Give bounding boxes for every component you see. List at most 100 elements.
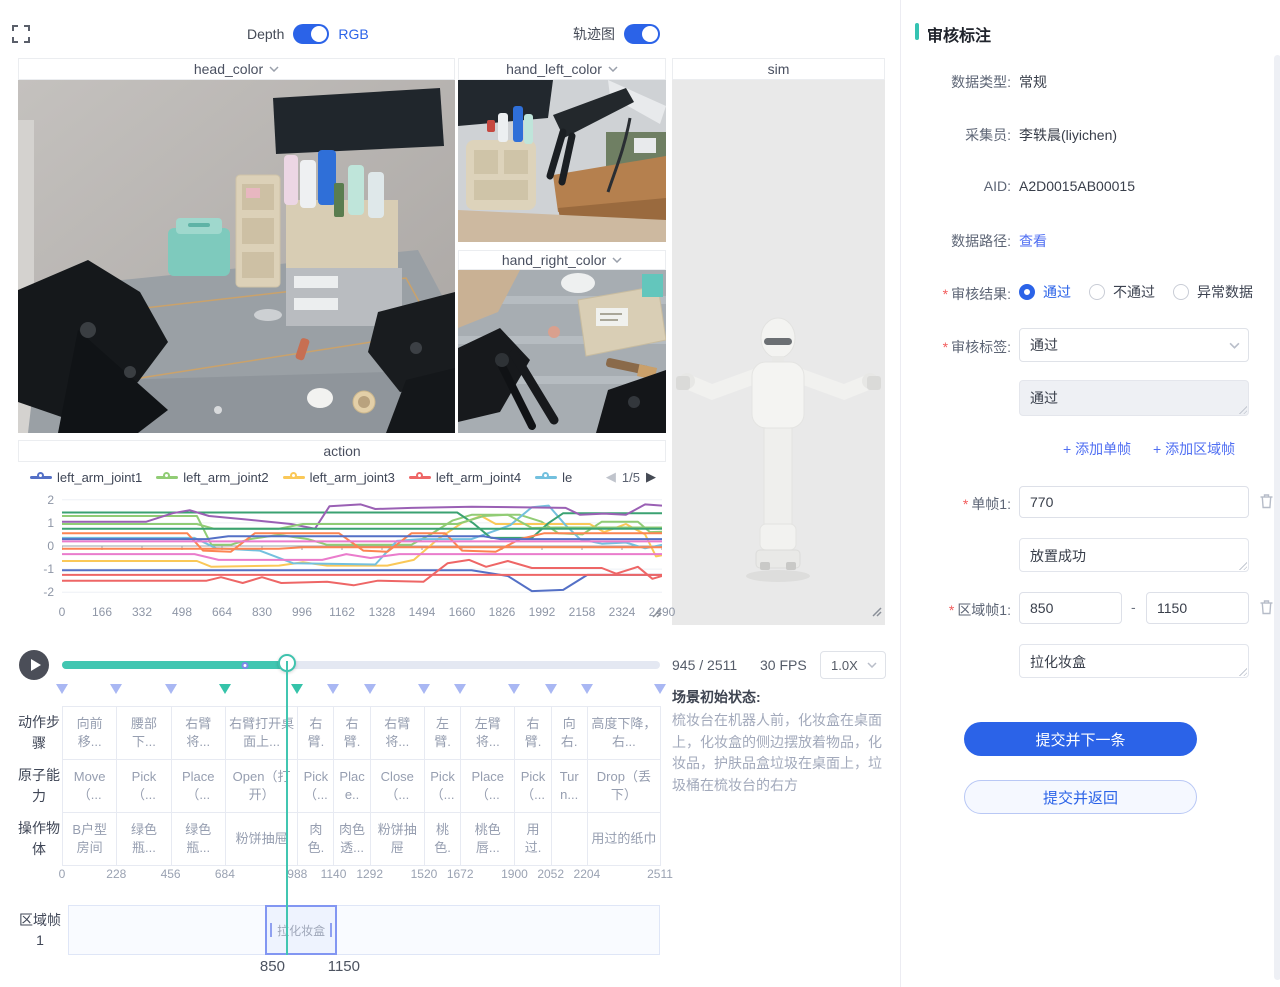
step-marker-triangle[interactable] bbox=[418, 684, 430, 694]
hand-left-camera-selector[interactable]: hand_left_color bbox=[458, 58, 666, 80]
legend-item[interactable]: left_arm_joint3 bbox=[283, 470, 395, 485]
region-note-textarea[interactable]: 拉化妆盒 bbox=[1019, 644, 1249, 678]
step-marker-triangle[interactable] bbox=[654, 684, 666, 694]
region-frame-track[interactable]: 拉化妆盒 bbox=[68, 905, 660, 955]
table-cell: 桃色唇... bbox=[461, 813, 515, 866]
table-cell: 左臂. bbox=[425, 707, 461, 760]
panel-scrollbar[interactable] bbox=[1274, 55, 1280, 980]
legend-item[interactable]: left_arm_joint2 bbox=[156, 470, 268, 485]
fullscreen-button[interactable] bbox=[12, 25, 30, 48]
radio-fail-label[interactable]: 不通过 bbox=[1113, 282, 1155, 302]
step-marker-triangle[interactable] bbox=[508, 684, 520, 694]
step-table-column: 高度下降，右...Drop（丢下）用过的纸巾 bbox=[588, 707, 661, 866]
step-table-column: 腰部下...Pick（...绿色瓶... bbox=[117, 707, 171, 866]
region-start-label: 850 bbox=[260, 958, 285, 975]
step-marker-triangle[interactable] bbox=[581, 684, 593, 694]
radio-abnormal[interactable] bbox=[1173, 284, 1189, 300]
trajectory-toggle[interactable] bbox=[624, 24, 660, 44]
table-cell: 左臂将... bbox=[461, 707, 515, 760]
region-segment[interactable]: 拉化妆盒 bbox=[265, 905, 336, 955]
rgb-label: RGB bbox=[338, 26, 368, 42]
step-marker-triangle[interactable] bbox=[327, 684, 339, 694]
tag-note-textarea[interactable]: 通过 bbox=[1019, 380, 1249, 416]
single-frame-note-textarea[interactable]: 放置成功 bbox=[1019, 538, 1249, 572]
head-camera-title: head_color bbox=[194, 61, 263, 77]
add-single-frame-link[interactable]: + 添加单帧 bbox=[1063, 439, 1131, 459]
table-cell: Pick（... bbox=[298, 760, 334, 813]
chart-y-tick-label: -1 bbox=[20, 562, 54, 576]
chevron-down-icon bbox=[867, 662, 877, 668]
radio-abnormal-label[interactable]: 异常数据 bbox=[1197, 282, 1253, 302]
trash-icon[interactable] bbox=[1259, 493, 1274, 514]
legend-item[interactable]: left_arm_joint4 bbox=[409, 470, 521, 485]
frame-axis-tick: 1140 bbox=[321, 867, 347, 881]
table-cell: Drop（丢下） bbox=[588, 760, 661, 813]
play-button[interactable] bbox=[19, 650, 49, 680]
fps-indicator: 30 FPS bbox=[760, 657, 807, 673]
step-marker-triangle[interactable] bbox=[56, 684, 68, 694]
single-frame-label: *单帧1: bbox=[901, 494, 1011, 514]
frame-axis-tick: 456 bbox=[161, 867, 181, 881]
speed-select[interactable]: 1.0X bbox=[820, 651, 886, 679]
legend-next-icon[interactable]: ▶ bbox=[646, 469, 656, 485]
radio-pass-label[interactable]: 通过 bbox=[1043, 282, 1071, 302]
step-marker-triangle[interactable] bbox=[165, 684, 177, 694]
data-path-link[interactable]: 查看 bbox=[1019, 231, 1047, 251]
resize-grip-icon[interactable] bbox=[1238, 561, 1247, 570]
trash-icon[interactable] bbox=[1259, 599, 1274, 620]
chart-x-tick-label: 0 bbox=[59, 605, 66, 619]
chart-line-right_arm_joint2 bbox=[62, 554, 662, 560]
table-cell: 向右. bbox=[552, 707, 588, 760]
radio-pass[interactable] bbox=[1019, 284, 1035, 300]
region-handle-right[interactable] bbox=[330, 923, 332, 937]
step-marker-triangle[interactable] bbox=[219, 684, 231, 694]
region-end-input[interactable] bbox=[1146, 592, 1249, 624]
table-cell: Turn... bbox=[552, 760, 588, 813]
legend-prev-icon[interactable]: ◀ bbox=[606, 469, 616, 485]
region-frame-label: *区域帧1: bbox=[901, 600, 1011, 620]
slider-progress bbox=[62, 661, 287, 669]
region-handle-left[interactable] bbox=[270, 923, 272, 937]
step-marker-triangle[interactable] bbox=[364, 684, 376, 694]
step-marker-triangle[interactable] bbox=[545, 684, 557, 694]
sim-robot-render bbox=[672, 80, 885, 625]
toggle-knob bbox=[642, 26, 658, 42]
step-table-column: 右臂.Pick（...肉色. bbox=[298, 707, 334, 866]
tag-select[interactable]: 通过 bbox=[1019, 328, 1249, 362]
chart-x-tick-label: 1992 bbox=[529, 605, 556, 619]
table-cell: 腰部下... bbox=[117, 707, 171, 760]
submit-return-button[interactable]: 提交并返回 bbox=[964, 780, 1197, 814]
required-star: * bbox=[949, 602, 954, 618]
required-star: * bbox=[963, 496, 968, 512]
table-cell: 右臂. bbox=[298, 707, 334, 760]
single-frame-input[interactable] bbox=[1019, 486, 1249, 518]
table-cell: 肉色透... bbox=[334, 813, 370, 866]
chevron-down-icon bbox=[1229, 342, 1240, 349]
playhead-line[interactable] bbox=[286, 661, 288, 955]
step-marker-triangle[interactable] bbox=[454, 684, 466, 694]
resize-grip-icon[interactable] bbox=[1238, 667, 1247, 676]
region-start-input[interactable] bbox=[1019, 592, 1122, 624]
add-region-frame-link[interactable]: + 添加区域帧 bbox=[1153, 439, 1235, 459]
sim-panel-header: sim bbox=[672, 58, 885, 80]
single-frame-marker-dot[interactable] bbox=[242, 662, 249, 669]
submit-next-button[interactable]: 提交并下一条 bbox=[964, 722, 1197, 756]
hand-right-camera-selector[interactable]: hand_right_color bbox=[458, 250, 666, 270]
resize-handle-icon[interactable] bbox=[652, 605, 662, 623]
legend-label: left_arm_joint4 bbox=[436, 470, 521, 485]
legend-item[interactable]: le bbox=[535, 470, 572, 485]
chart-x-tick-label: 2324 bbox=[609, 605, 636, 619]
frame-axis-tick: 0 bbox=[59, 867, 66, 881]
section-accent-bar bbox=[915, 23, 919, 40]
head-camera-selector[interactable]: head_color bbox=[18, 58, 455, 80]
play-icon bbox=[31, 659, 41, 671]
step-marker-triangle[interactable] bbox=[110, 684, 122, 694]
resize-handle-icon[interactable] bbox=[872, 604, 882, 622]
data-type-label: 数据类型: bbox=[901, 72, 1011, 92]
step-marker-triangle[interactable] bbox=[291, 684, 303, 694]
action-chart-header: action bbox=[18, 440, 666, 462]
legend-item[interactable]: left_arm_joint1 bbox=[30, 470, 142, 485]
radio-fail[interactable] bbox=[1089, 284, 1105, 300]
depth-rgb-toggle[interactable] bbox=[293, 24, 329, 44]
resize-grip-icon[interactable] bbox=[1238, 405, 1247, 414]
